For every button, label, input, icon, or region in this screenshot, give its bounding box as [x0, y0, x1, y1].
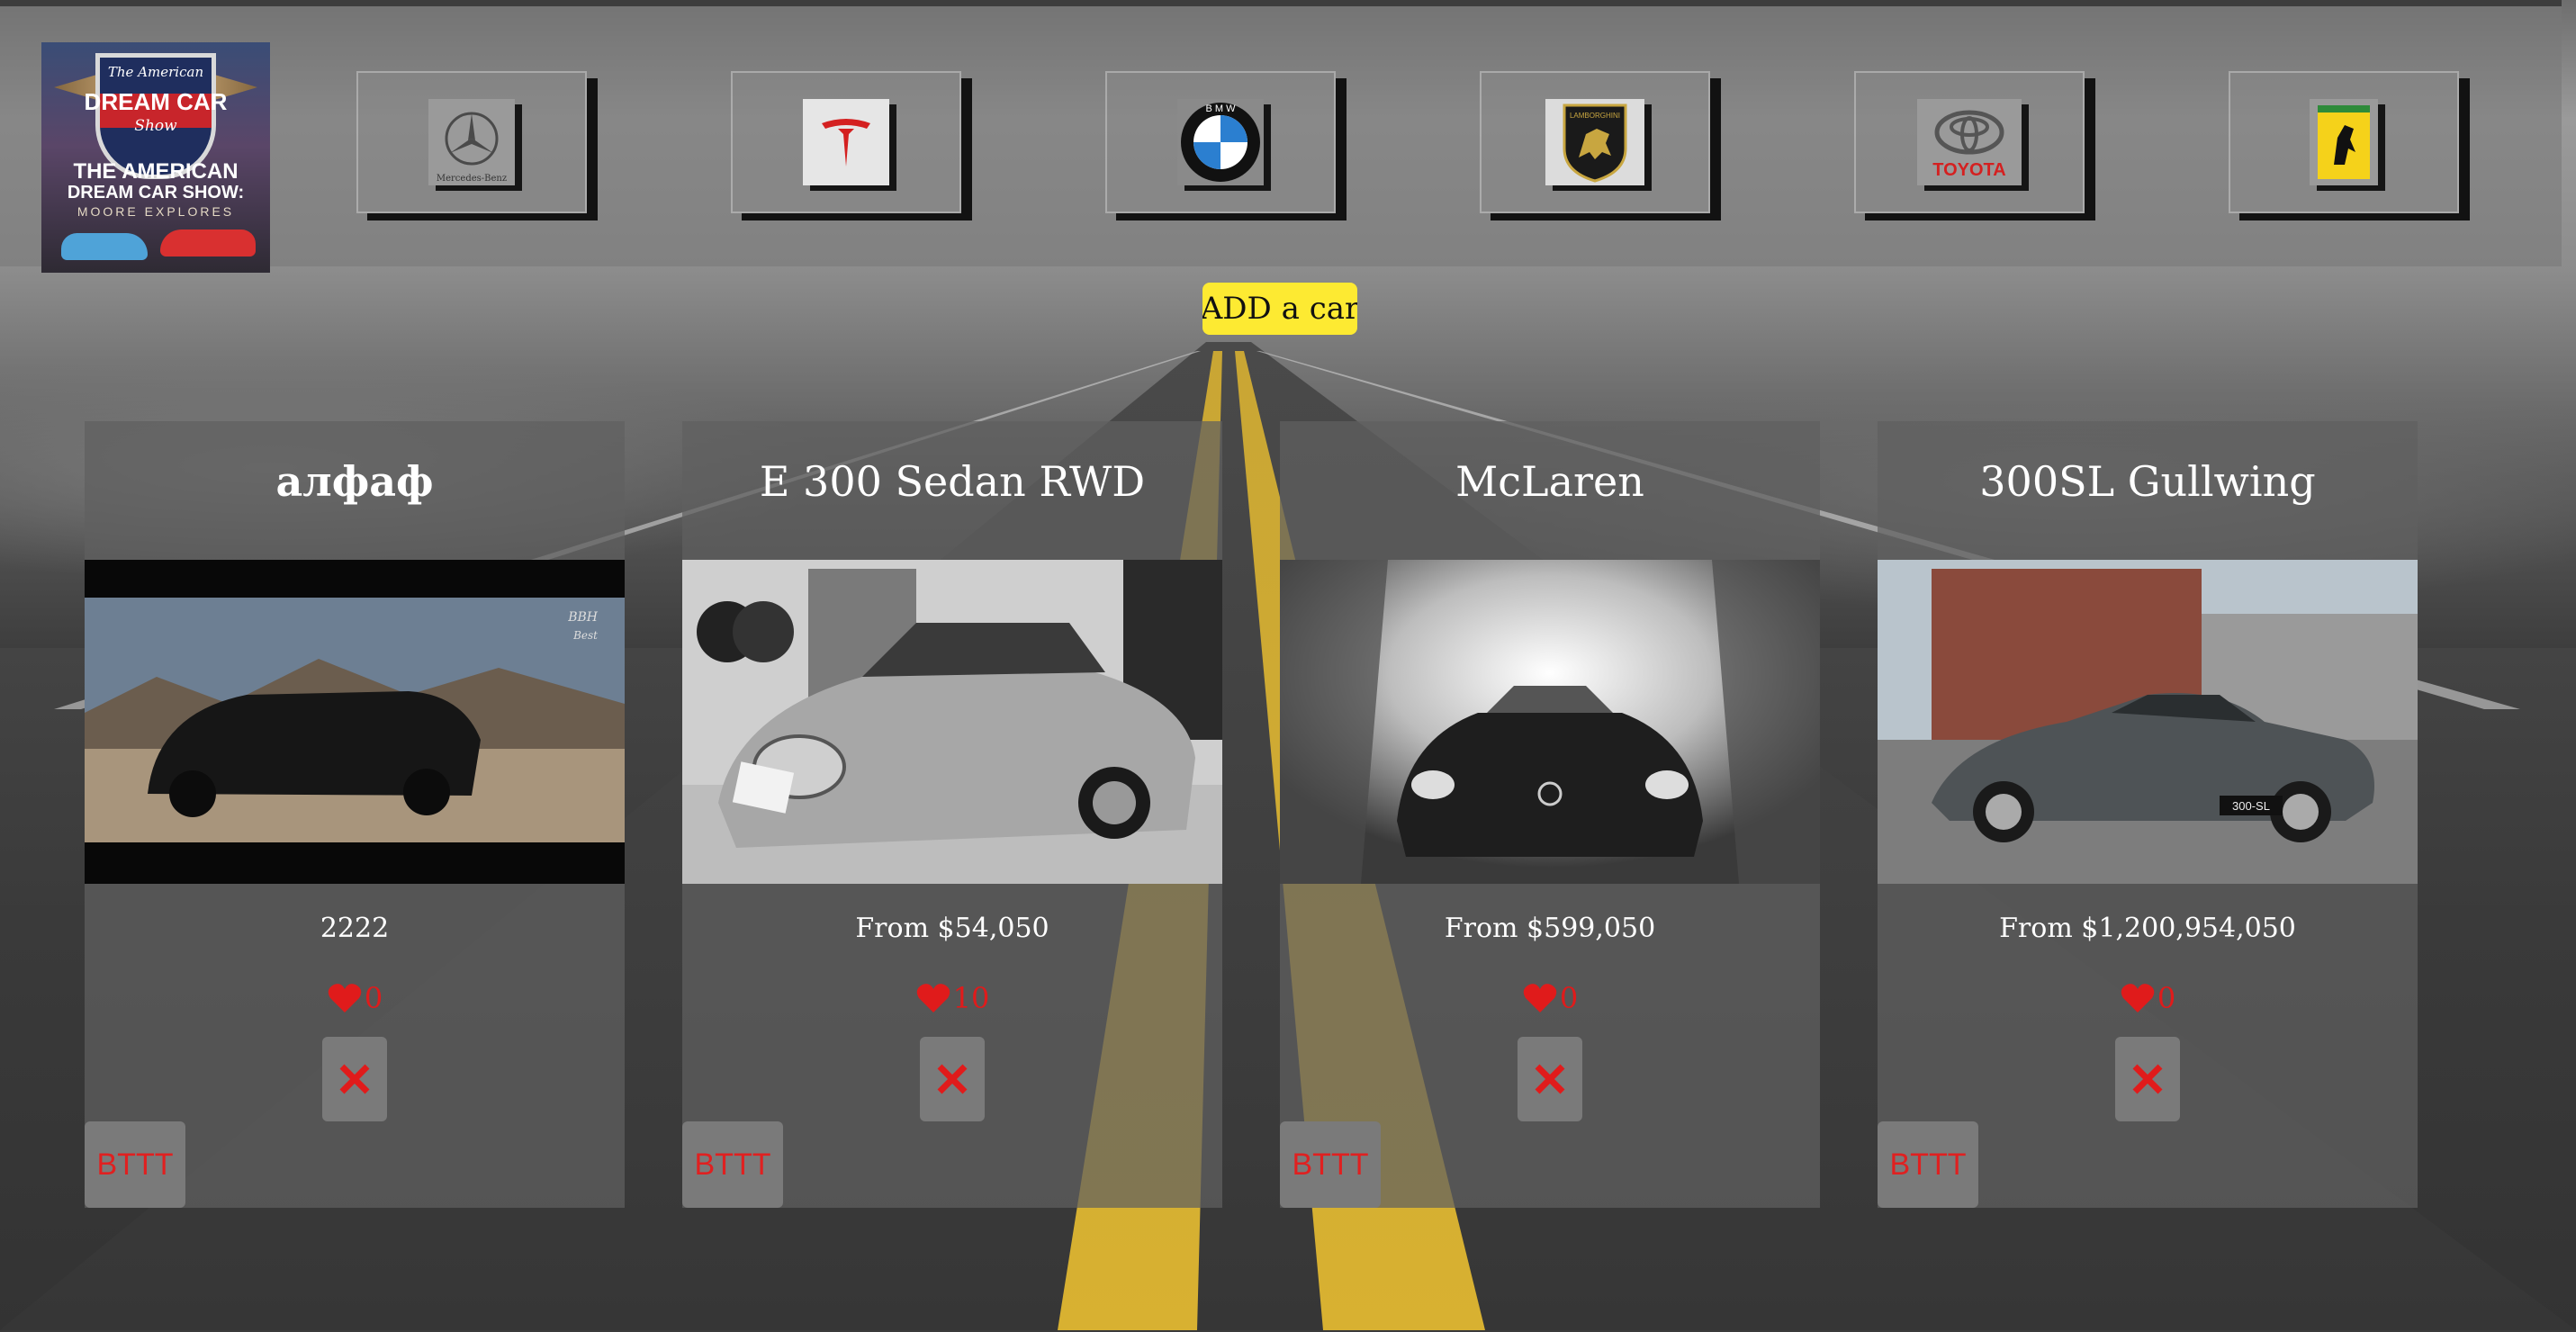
- brand-header: The American DREAM CAR Show THE AMERICAN…: [0, 0, 2562, 273]
- car-title: алфаф: [275, 457, 434, 506]
- mercedes-caption: Mercedes-Benz: [436, 174, 508, 184]
- close-x-icon: [937, 1064, 968, 1094]
- like-count: 0: [2157, 981, 2176, 1015]
- car-card: E 300 Sedan RWD From $54,050 10 BTTT: [682, 421, 1222, 1208]
- brand-filter-toyota[interactable]: TOYOTA: [1854, 71, 2085, 213]
- dream-car-show-logo[interactable]: The American DREAM CAR Show THE AMERICAN…: [41, 42, 270, 273]
- car-title: McLaren: [1455, 457, 1644, 506]
- heart-icon[interactable]: [915, 982, 951, 1014]
- delete-car-button[interactable]: [322, 1037, 387, 1121]
- delete-car-button[interactable]: [920, 1037, 985, 1121]
- heart-icon[interactable]: [1522, 982, 1558, 1014]
- likes-row: 10: [682, 981, 1222, 1015]
- logo-title: DREAM CAR: [84, 88, 228, 115]
- car-card: 300SL Gullwing 300-SL From $1,200,954,05…: [1878, 421, 2418, 1208]
- logo-bottom-line2: DREAM CAR SHOW:: [67, 183, 245, 202]
- likes-row: 0: [1280, 981, 1820, 1015]
- svg-text:B M W: B M W: [1206, 104, 1237, 114]
- like-count: 10: [952, 981, 990, 1015]
- car-photo: [682, 560, 1222, 884]
- car-card: алфаф BBH Best 2222 0 BTTT: [85, 421, 625, 1208]
- bttt-button[interactable]: BTTT: [682, 1121, 783, 1208]
- car-photo: 300-SL: [1878, 560, 2418, 884]
- toyota-logo-icon: TOYOTA: [1917, 99, 2022, 185]
- bttt-button[interactable]: BTTT: [1280, 1121, 1381, 1208]
- mercedes-logo-icon: Mercedes-Benz: [428, 99, 515, 185]
- logo-top-line: The American: [107, 64, 204, 80]
- svg-text:Best: Best: [572, 629, 598, 642]
- car-photo: [1280, 560, 1820, 884]
- logo-subtitle: Show: [134, 117, 177, 135]
- likes-row: 0: [85, 981, 625, 1015]
- bttt-button[interactable]: BTTT: [1878, 1121, 1978, 1208]
- brand-filter-ferrari[interactable]: [2229, 71, 2459, 213]
- delete-car-button[interactable]: [2115, 1037, 2180, 1121]
- delete-car-button[interactable]: [1518, 1037, 1582, 1121]
- lamborghini-logo-icon: LAMBORGHINI: [1545, 99, 1644, 185]
- car-title: 300SL Gullwing: [1979, 457, 2316, 506]
- svg-text:TOYOTA: TOYOTA: [1932, 160, 2005, 180]
- car-price: 2222: [320, 913, 390, 944]
- car-card: McLaren From $599,050 0 BTTT: [1280, 421, 1820, 1208]
- like-count: 0: [1559, 981, 1579, 1015]
- svg-text:BBH: BBH: [567, 610, 599, 625]
- bmw-logo-icon: B M W: [1177, 99, 1264, 185]
- brand-filter-lamborghini[interactable]: LAMBORGHINI: [1480, 71, 1710, 213]
- brand-filter-tesla[interactable]: [731, 71, 961, 213]
- brand-filter-bmw[interactable]: B M W: [1105, 71, 1336, 213]
- logo-bottom-line1: THE AMERICAN: [73, 159, 239, 184]
- tesla-logo-icon: [803, 99, 889, 185]
- heart-icon[interactable]: [327, 982, 363, 1014]
- bttt-button[interactable]: BTTT: [85, 1121, 185, 1208]
- brand-filter-mercedes[interactable]: Mercedes-Benz: [356, 71, 587, 213]
- car-price: From $1,200,954,050: [1999, 913, 2296, 944]
- close-x-icon: [1535, 1064, 1565, 1094]
- svg-text:300-SL: 300-SL: [2232, 799, 2270, 813]
- heart-icon[interactable]: [2120, 982, 2156, 1014]
- car-price: From $599,050: [1444, 913, 1656, 944]
- car-title: E 300 Sedan RWD: [759, 457, 1146, 506]
- like-count: 0: [364, 981, 383, 1015]
- add-car-button[interactable]: ADD a car: [1202, 283, 1357, 335]
- logo-bottom-line3: MOORE EXPLORES: [77, 204, 235, 219]
- car-photo: BBH Best: [85, 560, 625, 884]
- car-price: From $54,050: [855, 913, 1049, 944]
- likes-row: 0: [1878, 981, 2418, 1015]
- close-x-icon: [2132, 1064, 2163, 1094]
- ferrari-logo-icon: [2310, 99, 2378, 185]
- close-x-icon: [339, 1064, 370, 1094]
- svg-text:LAMBORGHINI: LAMBORGHINI: [1570, 112, 1620, 120]
